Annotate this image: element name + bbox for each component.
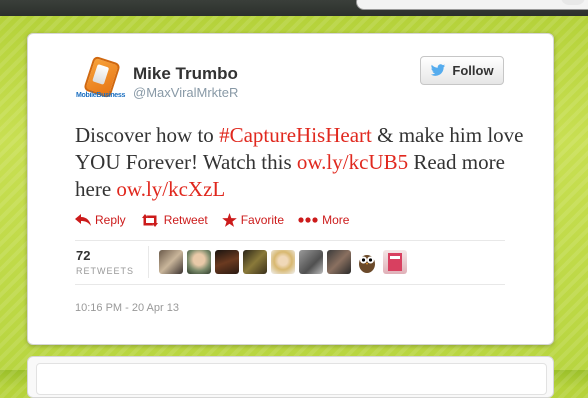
favorite-button[interactable]: Favorite — [221, 213, 285, 227]
reply-box[interactable] — [36, 363, 547, 395]
reply-icon — [75, 214, 91, 226]
retweeter-avatar[interactable] — [299, 250, 323, 274]
retweeter-avatars — [159, 250, 407, 274]
star-icon — [221, 213, 237, 227]
retweet-label: Retweet — [163, 213, 208, 227]
retweet-count[interactable]: 72 — [76, 248, 90, 263]
next-tweet-card — [27, 356, 554, 398]
retweet-icon — [141, 213, 158, 227]
author-handle[interactable]: @MaxViralMrkteR — [133, 85, 238, 100]
avatar-brand: MobileBusiness — [76, 92, 126, 99]
retweeter-avatar[interactable] — [355, 250, 379, 274]
avatar[interactable]: MobileBusiness — [76, 55, 126, 105]
retweet-count-label: RETWEETS — [76, 266, 135, 276]
tweet-text-part: Discover how to — [75, 123, 220, 147]
url-link[interactable]: ow.ly/kcXzL — [116, 177, 225, 201]
tweet-card: MobileBusiness Mike Trumbo @MaxViralMrkt… — [27, 33, 554, 345]
divider — [75, 284, 505, 285]
more-button[interactable]: More — [298, 213, 349, 227]
reply-button[interactable]: Reply — [75, 213, 126, 227]
more-label: More — [322, 213, 350, 227]
retweeter-avatar[interactable] — [187, 250, 211, 274]
retweeter-avatar[interactable] — [327, 250, 351, 274]
book-cover-icon — [388, 253, 402, 271]
follow-button[interactable]: Follow — [420, 56, 504, 85]
divider — [75, 240, 505, 241]
owl-icon — [359, 255, 375, 273]
author-name[interactable]: Mike Trumbo — [133, 64, 238, 84]
retweeter-avatar[interactable] — [243, 250, 267, 274]
retweeter-avatar[interactable] — [159, 250, 183, 274]
divider — [148, 246, 149, 278]
hashtag-link[interactable]: #CaptureHisHeart — [219, 123, 372, 147]
follow-label: Follow — [452, 63, 494, 78]
favorite-label: Favorite — [240, 213, 285, 227]
retweeter-avatar[interactable] — [215, 250, 239, 274]
url-link[interactable]: ow.ly/kcUB5 — [297, 150, 408, 174]
retweet-button[interactable]: Retweet — [140, 213, 208, 227]
more-dots-icon — [298, 217, 318, 223]
tweet-text: Discover how to #CaptureHisHeart & make … — [75, 122, 530, 203]
reply-label: Reply — [95, 213, 126, 227]
retweeter-avatar[interactable] — [383, 250, 407, 274]
retweeter-avatar[interactable] — [271, 250, 295, 274]
timestamp[interactable]: 10:16 PM - 20 Apr 13 — [75, 302, 179, 314]
tweet-actions: Reply Retweet Favorite More — [75, 211, 363, 229]
search-input[interactable] — [356, 0, 588, 10]
twitter-bird-icon — [431, 64, 446, 76]
